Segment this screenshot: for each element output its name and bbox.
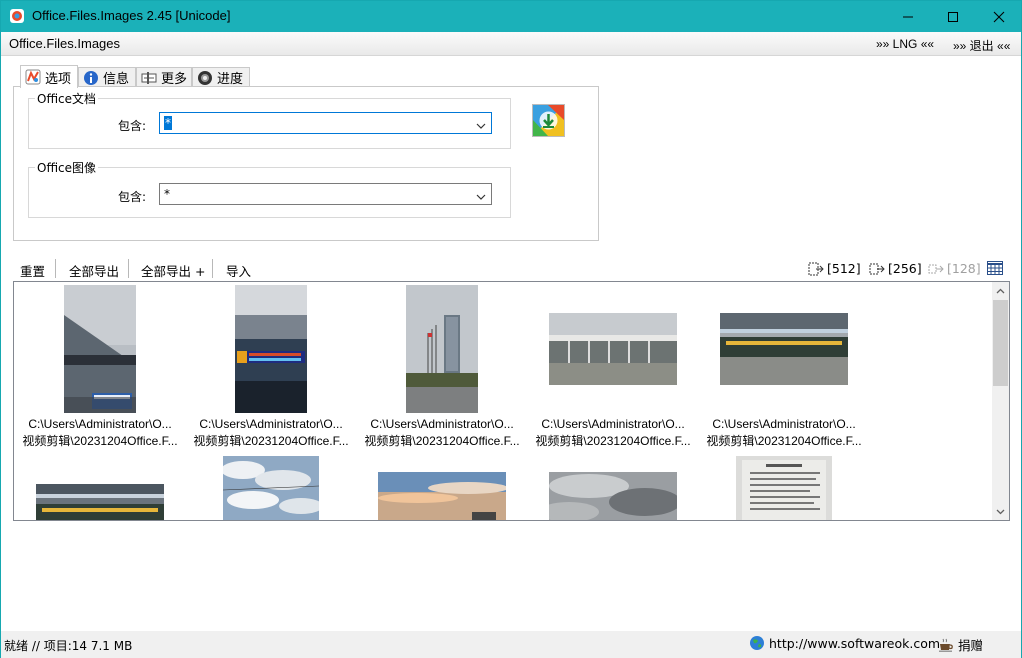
coffee-cup-icon [938,637,954,653]
website-url: http://www.softwareok.com [769,635,941,651]
toolbar-divider [55,259,56,278]
office-images-legend: Office图像 [35,159,99,176]
tab-options[interactable]: 选项 [20,65,78,88]
tab-info-label: 信息 [103,72,130,87]
options-icon [25,69,41,85]
size-512-button[interactable]: [512] [808,261,861,276]
import-button[interactable]: 导入 [226,261,251,280]
app-window: Office.Files.Images 2.45 [Unicode] Offic… [0,0,1022,658]
tab-more[interactable]: 更多 [136,67,192,87]
office-docs-include-label: 包含: [118,119,147,133]
scrollbar-thumb[interactable] [993,300,1008,386]
image-thumbnail[interactable] [720,313,848,385]
tab-more-label: 更多 [161,72,188,87]
tab-info[interactable]: 信息 [78,67,136,87]
chevron-down-icon[interactable] [476,190,486,200]
info-icon [83,70,99,86]
chevron-down-icon[interactable] [476,119,486,129]
reset-button[interactable]: 重置 [20,261,45,280]
close-button[interactable] [976,1,1022,32]
office-images-include-value: * [164,187,170,201]
image-caption: C:\Users\Administrator\O... 视频剪辑\20231204… [364,417,520,448]
thumbnail-size-icon [928,262,944,276]
globe-icon [749,635,765,651]
export-all-button[interactable]: 全部导出 [69,261,119,280]
donate-label: 捐赠 [958,638,984,653]
grid-view-button[interactable] [987,261,1006,275]
scroll-up-icon[interactable] [992,282,1009,299]
tab-options-label: 选项 [45,71,72,87]
thumbnail-size-icon [808,262,824,276]
minimize-button[interactable] [885,1,931,32]
toolbar-divider [128,259,129,278]
tab-progress-label: 进度 [217,72,244,87]
size-128-label: [128] [947,261,981,276]
size-256-button[interactable]: [256] [869,261,922,276]
office-images-include-label: 包含: [118,190,147,204]
image-thumbnail[interactable] [235,285,307,413]
options-panel: Office文档 包含: * Office图像 包含: * [13,86,599,241]
tab-progress[interactable]: 进度 [192,67,250,87]
website-link[interactable]: http://www.softwareok.com [749,635,940,651]
window-title: Office.Files.Images 2.45 [Unicode] [32,8,231,23]
office-docs-include-value: * [164,116,172,130]
vertical-scrollbar[interactable] [992,282,1009,520]
app-name-label: Office.Files.Images [9,36,121,51]
progress-icon [197,70,213,86]
office-docs-include-combo[interactable]: * [159,112,492,134]
export-icon[interactable] [532,104,565,137]
image-thumbnail[interactable] [539,472,681,520]
size-512-label: [512] [827,261,861,276]
scroll-down-icon[interactable] [992,503,1009,520]
image-thumbnail[interactable] [549,313,677,385]
donate-link[interactable]: 捐赠 [938,635,983,654]
image-thumbnail[interactable] [736,456,832,520]
image-thumbnail[interactable] [221,456,323,520]
exit-menu[interactable]: »» 退出 «« [953,37,1010,54]
maximize-button[interactable] [930,1,976,32]
app-icon [9,8,25,24]
image-thumbnail[interactable] [36,484,164,520]
toolbar-divider [212,259,213,278]
export-all-plus-button[interactable]: 全部导出 + [141,261,205,280]
image-thumbnail[interactable] [64,285,136,413]
office-docs-legend: Office文档 [35,90,99,107]
grid-view-icon [987,261,1003,275]
status-bar: 就绪 // 项目:14 7.1 MB http://www.softwareok… [1,631,1021,658]
image-caption: C:\Users\Administrator\O... 视频剪辑\20231204… [193,417,349,448]
image-thumbnail[interactable] [406,285,478,413]
image-caption: C:\Users\Administrator\O... 视频剪辑\20231204… [706,417,862,448]
menu-bar: Office.Files.Images »» LNG «« »» 退出 «« [1,32,1021,56]
image-list[interactable]: C:\Users\Administrator\O... 视频剪辑\20231204… [13,281,1010,521]
image-caption: C:\Users\Administrator\O... 视频剪辑\20231204… [22,417,178,448]
image-thumbnail[interactable] [378,472,508,520]
status-text: 就绪 // 项目:14 7.1 MB [4,639,133,653]
more-icon [141,70,157,86]
size-128-button[interactable]: [128] [928,261,981,276]
office-images-group: Office图像 包含: * [28,159,511,218]
image-caption: C:\Users\Administrator\O... 视频剪辑\20231204… [535,417,691,448]
title-bar[interactable]: Office.Files.Images 2.45 [Unicode] [1,1,1021,32]
thumbnail-size-icon [869,262,885,276]
office-docs-group: Office文档 包含: * [28,90,511,149]
office-images-include-combo[interactable]: * [159,183,492,205]
image-toolbar: 重置 全部导出 全部导出 + 导入 [512] [256] [128] [14,259,1009,279]
size-256-label: [256] [888,261,922,276]
language-menu[interactable]: »» LNG «« [876,37,934,51]
